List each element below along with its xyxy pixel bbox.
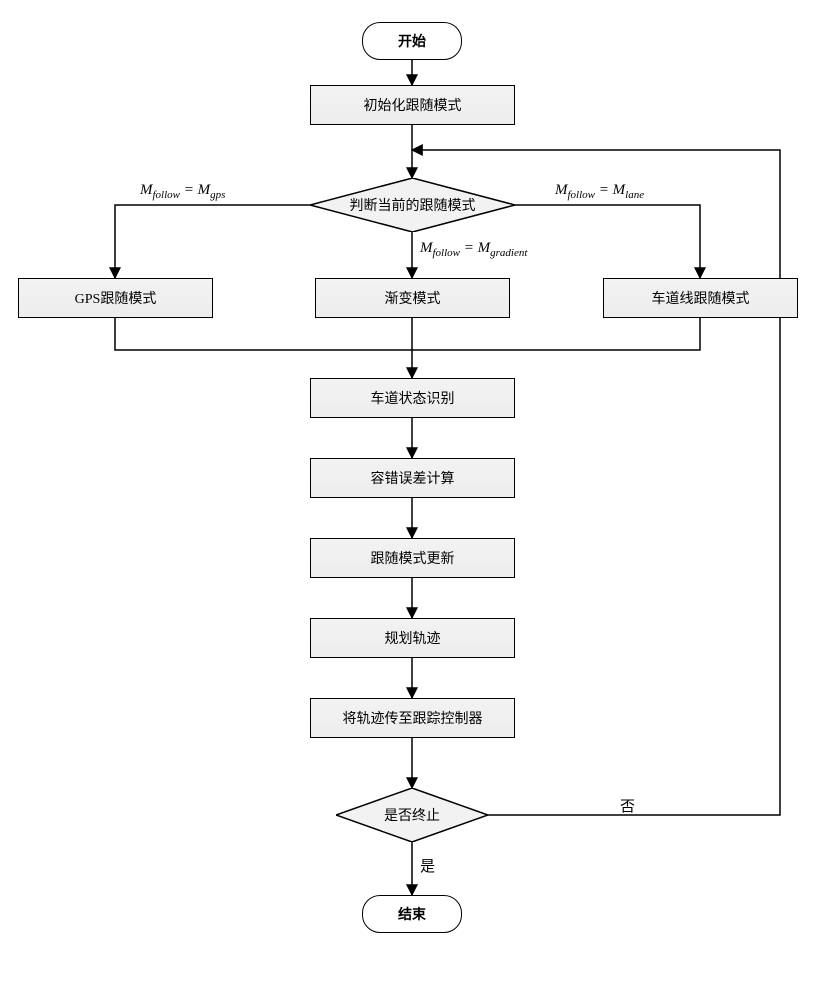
lanestate-node: 车道状态识别 bbox=[310, 378, 515, 418]
terminate-node: 是否终止 bbox=[336, 788, 488, 842]
end-node: 结束 bbox=[362, 895, 462, 933]
judge-label: 判断当前的跟随模式 bbox=[350, 195, 476, 215]
tolerance-node: 容错误差计算 bbox=[310, 458, 515, 498]
branch-lane-label: Mfollow = Mlane bbox=[555, 182, 644, 201]
send-label: 将轨迹传至跟踪控制器 bbox=[343, 708, 483, 728]
lanestate-label: 车道状态识别 bbox=[371, 388, 455, 408]
terminate-label: 是否终止 bbox=[384, 805, 440, 825]
gps-label: GPS跟随模式 bbox=[75, 288, 157, 308]
plan-node: 规划轨迹 bbox=[310, 618, 515, 658]
yes-label: 是 bbox=[420, 855, 435, 876]
init-label: 初始化跟随模式 bbox=[364, 95, 462, 115]
start-node: 开始 bbox=[362, 22, 462, 60]
judge-node: 判断当前的跟随模式 bbox=[310, 178, 515, 232]
lane-node: 车道线跟随模式 bbox=[603, 278, 798, 318]
branch-gps-label: Mfollow = Mgps bbox=[140, 182, 225, 201]
branch-gradient-label: Mfollow = Mgradient bbox=[420, 240, 527, 259]
no-label: 否 bbox=[620, 795, 635, 816]
lane-label: 车道线跟随模式 bbox=[652, 288, 750, 308]
flow-edges bbox=[0, 0, 824, 1000]
gps-node: GPS跟随模式 bbox=[18, 278, 213, 318]
tolerance-label: 容错误差计算 bbox=[371, 468, 455, 488]
plan-label: 规划轨迹 bbox=[385, 628, 441, 648]
update-label: 跟随模式更新 bbox=[371, 548, 455, 568]
init-node: 初始化跟随模式 bbox=[310, 85, 515, 125]
end-label: 结束 bbox=[398, 904, 426, 924]
send-node: 将轨迹传至跟踪控制器 bbox=[310, 698, 515, 738]
start-label: 开始 bbox=[398, 31, 426, 51]
gradient-label: 渐变模式 bbox=[385, 288, 441, 308]
gradient-node: 渐变模式 bbox=[315, 278, 510, 318]
update-node: 跟随模式更新 bbox=[310, 538, 515, 578]
